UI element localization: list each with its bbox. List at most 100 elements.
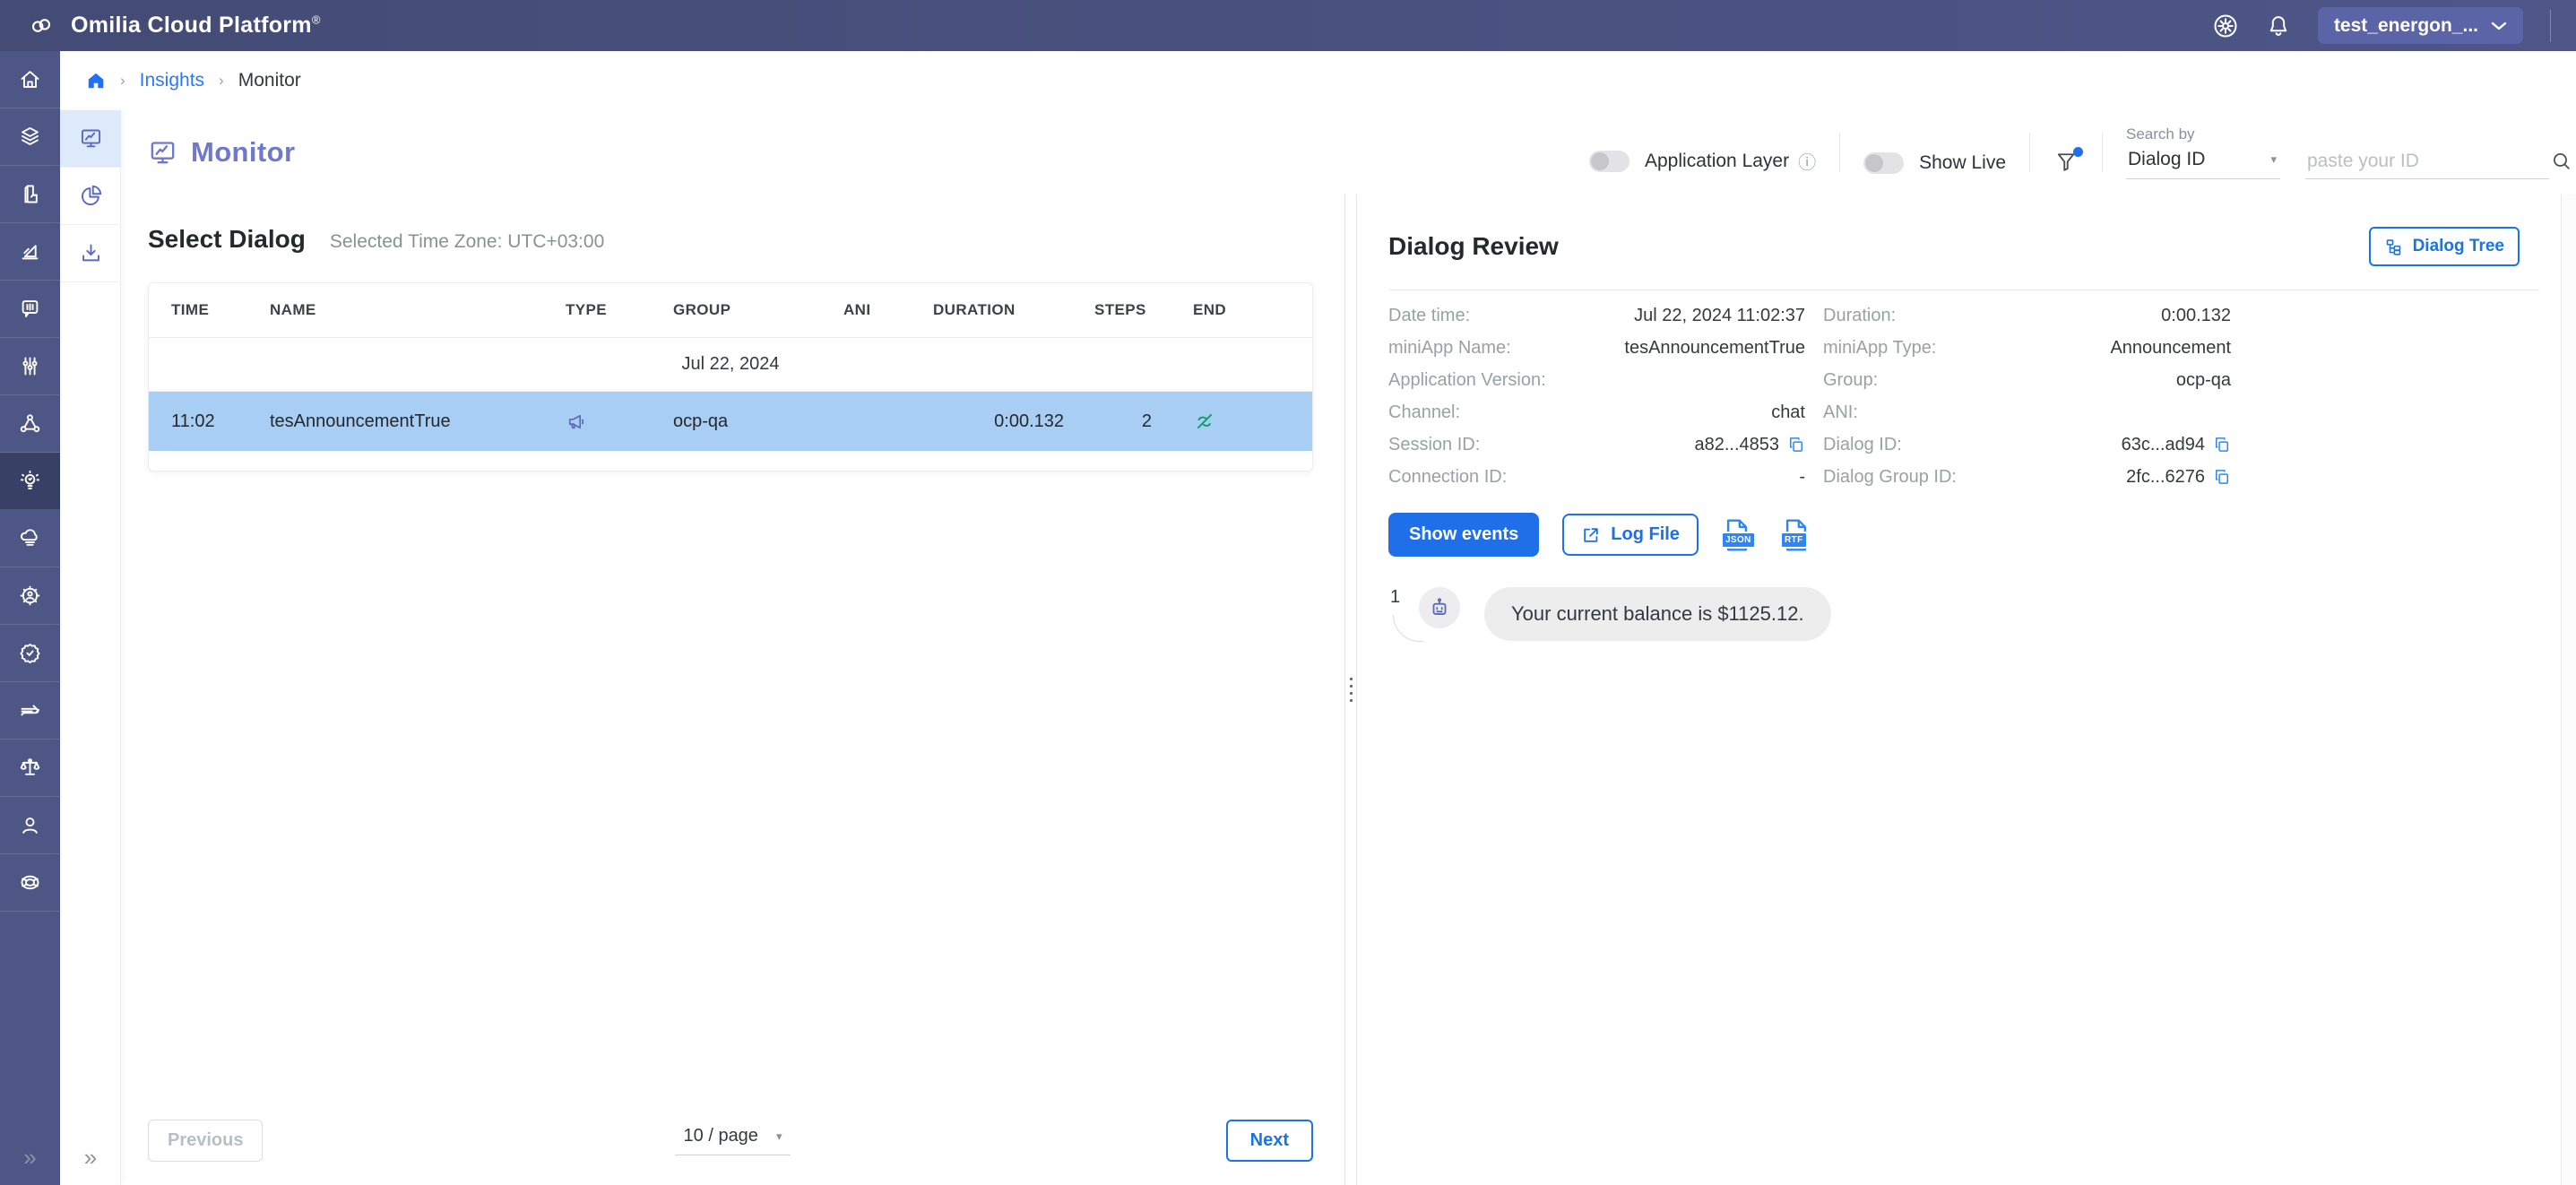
pagination: Previous 10 / page ▾ Next xyxy=(121,1120,1344,1185)
call-ended-icon xyxy=(1193,410,1290,433)
col-header-time[interactable]: TIME xyxy=(171,301,270,319)
caret-down-icon: ▾ xyxy=(776,1129,782,1144)
announcement-megaphone-icon xyxy=(566,411,673,433)
search-by-dropdown[interactable]: Dialog ID ▾ xyxy=(2126,149,2280,179)
select-dialog-title: Select Dialog xyxy=(148,225,306,254)
sidebar-item-miniapps[interactable] xyxy=(0,166,60,223)
caret-down-icon: ▾ xyxy=(2270,152,2277,167)
right-panel-scrollbar[interactable] xyxy=(2561,195,2576,1185)
field-dialog-id: Dialog ID:63c...ad94 xyxy=(1823,428,2231,461)
filter-funnel-icon[interactable] xyxy=(2053,149,2079,179)
breadcrumb-chevron-icon: › xyxy=(120,72,125,90)
field-application-version: Application Version: xyxy=(1388,364,1805,396)
page-size-select[interactable]: 10 / page ▾ xyxy=(675,1126,791,1155)
sidebar-item-support[interactable] xyxy=(0,854,60,912)
col-header-ani[interactable]: ANI xyxy=(843,301,933,319)
sidebar-item-tuning[interactable] xyxy=(0,338,60,395)
brand-name: Omilia Cloud Platform® xyxy=(71,13,321,39)
sidebar-item-cloud-services[interactable] xyxy=(0,510,60,567)
cell-name: tesAnnouncementTrue xyxy=(270,411,566,432)
cell-time: 11:02 xyxy=(171,411,270,432)
subsidebar-item-monitor[interactable] xyxy=(60,110,121,168)
col-header-duration[interactable]: DURATION xyxy=(933,301,1094,319)
transcript-step-number: 1 xyxy=(1388,587,1410,608)
next-page-button[interactable]: Next xyxy=(1226,1120,1313,1162)
sidebar-item-profile[interactable] xyxy=(0,797,60,854)
omilia-cloud-logo-icon xyxy=(25,13,57,38)
show-events-button[interactable]: Show events xyxy=(1388,513,1539,557)
dialog-review-title: Dialog Review xyxy=(1388,232,1559,261)
col-header-end[interactable]: END xyxy=(1193,301,1290,319)
copy-icon[interactable] xyxy=(2213,436,2231,454)
col-header-name[interactable]: NAME xyxy=(270,301,566,319)
table-row[interactable]: 11:02 tesAnnouncementTrue ocp-qa 0:00.13… xyxy=(149,392,1312,451)
orchestrator-icon xyxy=(18,411,42,436)
application-layer-toggle[interactable] xyxy=(1589,151,1629,172)
notifications-bell-icon[interactable] xyxy=(2266,13,2291,39)
info-icon[interactable]: ⓘ xyxy=(1798,148,1816,174)
panel-resize-splitter[interactable] xyxy=(1344,195,1357,1185)
user-menu-button[interactable]: test_energon_... xyxy=(2318,7,2523,44)
sidebar-item-compliance[interactable] xyxy=(0,740,60,797)
main-content: Monitor Application Layer ⓘ Show Live xyxy=(121,110,2576,1185)
field-label: miniApp Type: xyxy=(1823,338,1936,359)
breadcrumb-home-icon[interactable] xyxy=(86,71,106,91)
cell-group: ocp-qa xyxy=(673,411,843,432)
dialog-review-panel: Dialog Review Dialog Tree Date time:Jul … xyxy=(1357,195,2561,1185)
dialog-tree-button[interactable]: Dialog Tree xyxy=(2369,227,2520,266)
sidebar-item-admin[interactable] xyxy=(0,567,60,625)
subsidebar-collapse-button[interactable]: » xyxy=(60,1129,121,1185)
divider xyxy=(2102,133,2103,172)
field-group: Group:ocp-qa xyxy=(1823,364,2231,396)
admin-gear-user-icon xyxy=(18,584,42,608)
analytics-icon xyxy=(18,239,42,264)
field-label: Channel: xyxy=(1388,402,1460,423)
field-label: Connection ID: xyxy=(1388,467,1507,488)
sidebar-item-orchestrator[interactable] xyxy=(0,395,60,453)
sidebar-item-analytics[interactable] xyxy=(0,223,60,281)
external-link-icon xyxy=(1581,525,1601,545)
monitor-page-icon xyxy=(148,138,177,168)
table-date-separator: Jul 22, 2024 xyxy=(149,338,1312,392)
field-channel: Channel:chat xyxy=(1388,396,1805,428)
sidebar-item-insights[interactable] xyxy=(0,453,60,510)
subsidebar-item-reports[interactable] xyxy=(60,168,121,225)
sidebar-collapse-button[interactable]: » xyxy=(0,1129,60,1185)
show-live-toggle[interactable] xyxy=(1863,152,1904,174)
search-icon[interactable] xyxy=(2550,150,2572,172)
export-json-icon[interactable]: JSON xyxy=(1722,515,1758,555)
topbar: Omilia Cloud Platform® test_energon_... xyxy=(0,0,2576,51)
timezone-label: Selected Time Zone: UTC+03:00 xyxy=(330,231,604,253)
sidebar-item-voice-dialogs[interactable] xyxy=(0,281,60,338)
previous-page-button[interactable]: Previous xyxy=(148,1120,263,1162)
field-session-id: Session ID:a82...4853 xyxy=(1388,428,1805,461)
log-file-button[interactable]: Log File xyxy=(1562,514,1699,556)
field-value: tesAnnouncementTrue xyxy=(1624,338,1805,359)
dialog-tree-label: Dialog Tree xyxy=(2413,237,2504,256)
subsidebar-item-export[interactable] xyxy=(60,225,121,282)
settings-gear-icon[interactable] xyxy=(2212,13,2239,39)
sidebar-item-quality[interactable] xyxy=(0,625,60,682)
breadcrumb-current-monitor: Monitor xyxy=(238,70,301,91)
brand: Omilia Cloud Platform® xyxy=(25,13,321,39)
divider xyxy=(1839,133,1840,172)
robot-icon xyxy=(1428,596,1451,619)
col-header-group[interactable]: GROUP xyxy=(673,301,843,319)
col-header-type[interactable]: TYPE xyxy=(566,301,673,319)
export-rtf-icon[interactable]: RTF xyxy=(1781,515,1817,555)
field-value: Jul 22, 2024 11:02:37 xyxy=(1634,306,1805,326)
sidebar-item-home[interactable] xyxy=(0,51,60,108)
dialog-review-actions: Show events Log File JSON xyxy=(1388,513,2561,557)
export-rtf-badge: RTF xyxy=(1780,532,1808,549)
copy-icon[interactable] xyxy=(1787,436,1805,454)
page-size-value: 10 / page xyxy=(684,1126,758,1146)
sidebar-item-pipelines[interactable] xyxy=(0,682,60,740)
field-duration: Duration:0:00.132 xyxy=(1823,299,2231,332)
dialogs-table: TIME NAME TYPE GROUP ANI DURATION STEPS … xyxy=(148,282,1313,471)
sidebar-item-layers[interactable] xyxy=(0,108,60,166)
col-header-steps[interactable]: STEPS xyxy=(1094,301,1193,319)
breadcrumb-link-insights[interactable]: Insights xyxy=(140,70,204,91)
field-ani: ANI: xyxy=(1823,396,2231,428)
copy-icon[interactable] xyxy=(2213,468,2231,486)
search-id-input[interactable] xyxy=(2307,151,2550,172)
